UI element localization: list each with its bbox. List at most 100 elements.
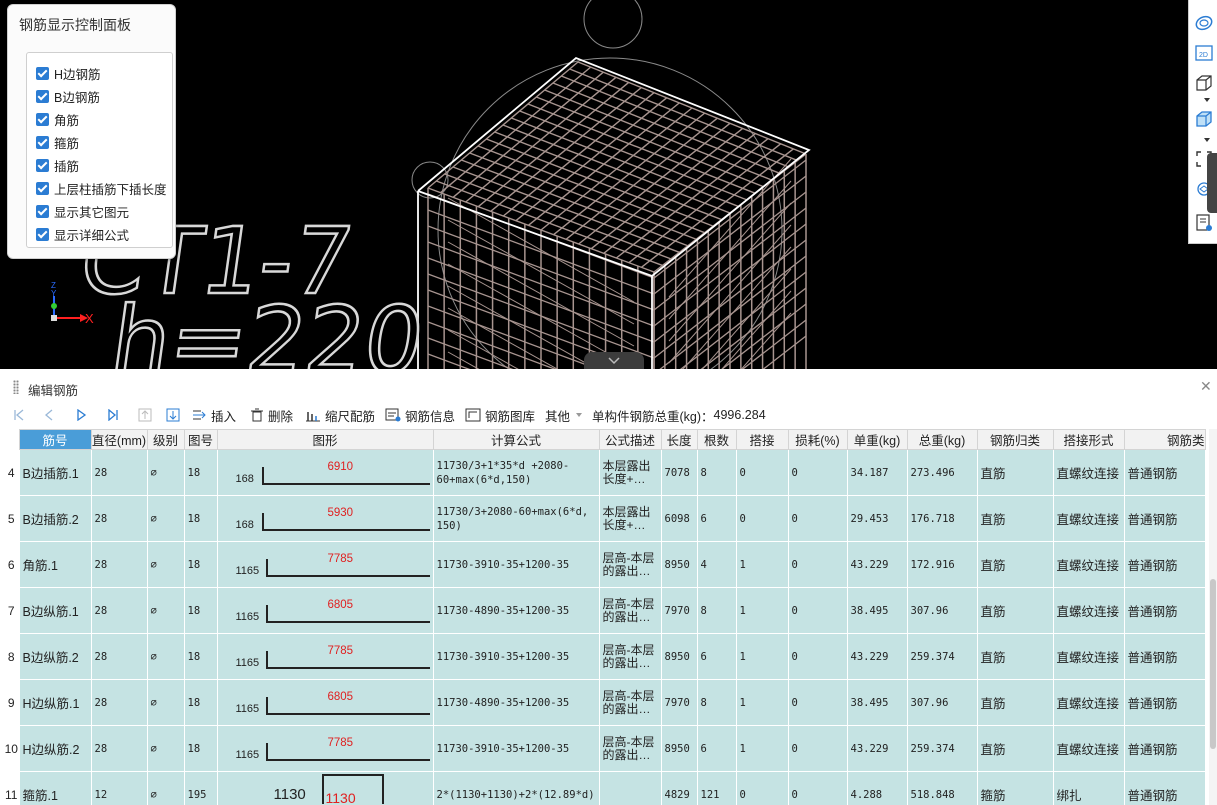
close-icon[interactable]: ✕ <box>1200 378 1212 395</box>
cell-category[interactable]: 直筋 <box>976 725 1054 772</box>
cell-lap[interactable]: 1 <box>735 679 789 726</box>
cell-length[interactable]: 6098 <box>660 495 698 542</box>
checkbox-icon[interactable] <box>36 66 49 80</box>
cell-count[interactable]: 8 <box>696 587 737 634</box>
cell-shape[interactable]: 168 6910 <box>216 449 434 496</box>
side-panel-handle[interactable] <box>1207 153 1217 213</box>
cell-loss[interactable]: 0 <box>787 633 848 680</box>
other-menu-button[interactable]: 其他 <box>545 405 588 425</box>
column-header[interactable]: 公式描述 <box>598 429 662 450</box>
cell-count[interactable]: 6 <box>696 633 737 680</box>
table-row[interactable]: 10 H边纵筋.2 28 ⌀ 18 1165 7785 11730-3910-35+1200-… <box>4 725 1206 772</box>
cell-unit-w[interactable]: 38.495 <box>846 679 908 726</box>
cell-type[interactable]: 普通钢筋 <box>1123 449 1206 496</box>
delete-button[interactable]: 删除 <box>250 405 293 425</box>
cell-fig[interactable]: 18 <box>183 679 218 726</box>
column-header[interactable]: 计算公式 <box>432 429 600 450</box>
table-row[interactable]: 11 箍筋.1 12 ⌀ 195 1130 1130 2*(1130+1130)+2*(12.… <box>4 771 1206 805</box>
option-show-other-elements[interactable]: 显示其它图元 <box>36 202 129 220</box>
cell-count[interactable]: 6 <box>696 725 737 772</box>
cell-name[interactable]: B边插筋.1 <box>18 449 92 496</box>
cell-formula[interactable]: 11730-4890-35+1200-35 <box>432 587 600 634</box>
cell-formula[interactable]: 11730-3910-35+1200-35 <box>432 541 600 588</box>
cell-fig[interactable]: 18 <box>183 449 218 496</box>
cell-dia[interactable]: 28 <box>90 679 148 726</box>
cell-lap[interactable]: 1 <box>735 541 789 588</box>
cell-count[interactable]: 6 <box>696 495 737 542</box>
cell-loss[interactable]: 0 <box>787 449 848 496</box>
cell-lap-type[interactable]: 直螺纹连接 <box>1052 679 1125 726</box>
row-number[interactable]: 6 <box>4 541 19 588</box>
cell-name[interactable]: H边纵筋.2 <box>18 725 92 772</box>
rebar-info-button[interactable]: 钢筋信息 <box>385 405 455 425</box>
cell-lap[interactable]: 0 <box>735 449 789 496</box>
cell-lap[interactable]: 1 <box>735 725 789 772</box>
cell-grade[interactable]: ⌀ <box>146 725 185 772</box>
column-header[interactable]: 图号 <box>183 429 218 450</box>
cell-formula[interactable]: 11730/3+2080-60+max(6*d, 150) <box>432 495 600 542</box>
table-row[interactable]: 7 B边纵筋.1 28 ⌀ 18 1165 6805 11730-4890-35+1200-3… <box>4 587 1206 634</box>
box-solid-icon[interactable] <box>1193 108 1215 130</box>
cell-fig[interactable]: 195 <box>183 771 218 805</box>
column-header[interactable]: 长度 <box>660 429 698 450</box>
cell-lap-type[interactable]: 直螺纹连接 <box>1052 541 1125 588</box>
cell-dia[interactable]: 28 <box>90 449 148 496</box>
table-row[interactable]: 4 B边插筋.1 28 ⌀ 18 168 6910 11730/3+1*35*d +2080-… <box>4 449 1206 496</box>
column-header[interactable]: 根数 <box>696 429 737 450</box>
cell-count[interactable]: 8 <box>696 449 737 496</box>
cell-length[interactable]: 7970 <box>660 679 698 726</box>
cell-shape[interactable]: 168 5930 <box>216 495 434 542</box>
cell-dia[interactable]: 28 <box>90 541 148 588</box>
cell-lap-type[interactable]: 直螺纹连接 <box>1052 587 1125 634</box>
cell-name[interactable]: B边纵筋.2 <box>18 633 92 680</box>
column-header[interactable]: 单重(kg) <box>846 429 908 450</box>
cell-desc[interactable]: 本层露出长度+… <box>598 495 662 542</box>
cell-total-w[interactable]: 172.916 <box>906 541 978 588</box>
option-corner-rebar[interactable]: 角筋 <box>36 110 79 128</box>
cell-total-w[interactable]: 518.848 <box>906 771 978 805</box>
cell-desc[interactable]: 层高-本层的露出… <box>598 633 662 680</box>
column-header[interactable]: 损耗(%) <box>787 429 848 450</box>
cell-dia[interactable]: 28 <box>90 587 148 634</box>
cell-formula[interactable]: 11730-4890-35+1200-35 <box>432 679 600 726</box>
cell-fig[interactable]: 18 <box>183 633 218 680</box>
option-dowel[interactable]: 插筋 <box>36 156 79 174</box>
checkbox-icon[interactable] <box>36 204 49 218</box>
move-up-icon[interactable] <box>136 406 154 424</box>
option-stirrup[interactable]: 箍筋 <box>36 133 79 151</box>
row-number[interactable]: 7 <box>4 587 19 634</box>
rebar-3d-scene[interactable]: CT1-7 h=220 X Y Z <box>0 0 1217 369</box>
column-header[interactable]: 级别 <box>146 429 185 450</box>
cell-grade[interactable]: ⌀ <box>146 679 185 726</box>
cell-count[interactable]: 8 <box>696 679 737 726</box>
cell-type[interactable]: 普通钢筋 <box>1123 679 1206 726</box>
box-wireframe-icon[interactable] <box>1193 72 1215 94</box>
cell-type[interactable]: 普通钢筋 <box>1123 495 1206 542</box>
cell-category[interactable]: 直筋 <box>976 679 1054 726</box>
cell-loss[interactable]: 0 <box>787 541 848 588</box>
cell-shape[interactable]: 1165 7785 <box>216 541 434 588</box>
cell-name[interactable]: H边纵筋.1 <box>18 679 92 726</box>
checkbox-icon[interactable] <box>36 227 49 241</box>
table-row[interactable]: 6 角筋.1 28 ⌀ 18 1165 7785 11730-3910-35+1200-35 层… <box>4 541 1206 588</box>
scale-rebar-button[interactable]: 缩尺配筋 <box>305 405 375 425</box>
cell-desc[interactable]: 层高-本层的露出… <box>598 541 662 588</box>
cell-formula[interactable]: 11730-3910-35+1200-35 <box>432 725 600 772</box>
cell-desc[interactable]: 层高-本层的露出… <box>598 587 662 634</box>
cell-fig[interactable]: 18 <box>183 495 218 542</box>
cell-loss[interactable]: 0 <box>787 771 848 805</box>
cell-category[interactable]: 箍筋 <box>976 771 1054 805</box>
collapse-panel-tab[interactable] <box>584 352 644 369</box>
insert-button[interactable]: 插入 <box>192 405 236 425</box>
cell-total-w[interactable]: 273.496 <box>906 449 978 496</box>
column-header[interactable]: 筋号 <box>18 429 92 450</box>
cell-formula[interactable]: 2*(1130+1130)+2*(12.89*d) <box>432 771 600 805</box>
cell-desc[interactable]: 层高-本层的露出… <box>598 725 662 772</box>
row-number[interactable]: 4 <box>4 449 19 496</box>
cell-grade[interactable]: ⌀ <box>146 633 185 680</box>
column-header[interactable]: 钢筋类 <box>1123 429 1206 450</box>
cell-type[interactable]: 普通钢筋 <box>1123 725 1206 772</box>
table-row[interactable]: 5 B边插筋.2 28 ⌀ 18 168 5930 11730/3+2080-60+max(6… <box>4 495 1206 542</box>
cell-dia[interactable]: 28 <box>90 633 148 680</box>
cell-lap[interactable]: 1 <box>735 587 789 634</box>
